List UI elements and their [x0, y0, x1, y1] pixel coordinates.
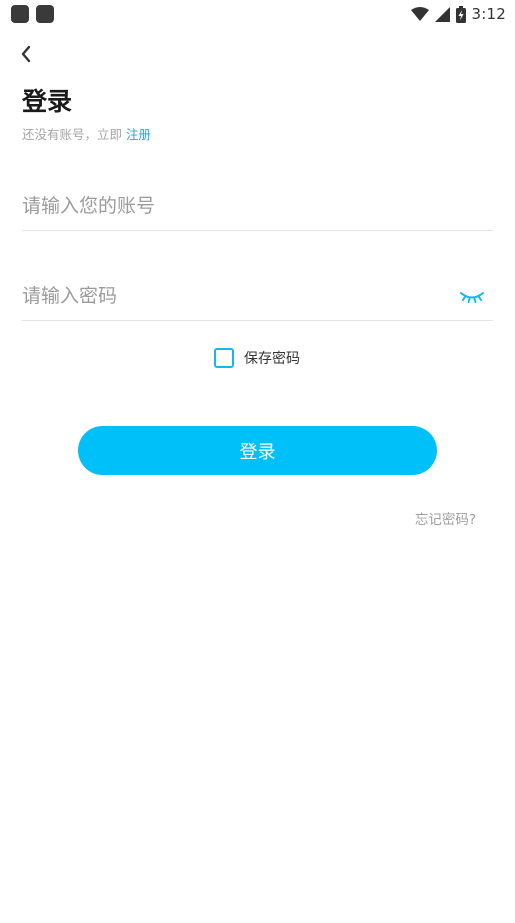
forgot-password-link[interactable]: 忘记密码?: [415, 508, 476, 528]
save-password-label: 保存密码: [244, 351, 300, 367]
chevron-left-icon: [21, 45, 31, 63]
password-input[interactable]: [22, 274, 442, 318]
account-input[interactable]: [22, 184, 442, 228]
register-link[interactable]: 注册: [126, 127, 151, 142]
register-prompt: 还没有账号，立即 注册: [22, 126, 151, 144]
status-icons: 3:12: [410, 3, 506, 25]
battery-icon: [455, 5, 466, 23]
clock: 3:12: [471, 5, 506, 23]
save-password-checkbox[interactable]: [214, 348, 234, 368]
password-field: [22, 274, 493, 321]
save-password-option[interactable]: 保存密码: [214, 347, 300, 369]
login-button[interactable]: 登录: [78, 426, 437, 475]
status-bar: 3:12: [0, 0, 515, 28]
notification-icon: [11, 5, 29, 23]
register-prompt-text: 还没有账号，立即: [22, 127, 126, 142]
page-title: 登录: [22, 87, 73, 116]
notification-icon: [36, 5, 54, 23]
eye-closed-icon[interactable]: [459, 286, 485, 306]
signal-icon: [434, 6, 450, 22]
wifi-icon: [410, 7, 429, 21]
back-button[interactable]: [14, 42, 38, 66]
account-field: [22, 184, 493, 231]
